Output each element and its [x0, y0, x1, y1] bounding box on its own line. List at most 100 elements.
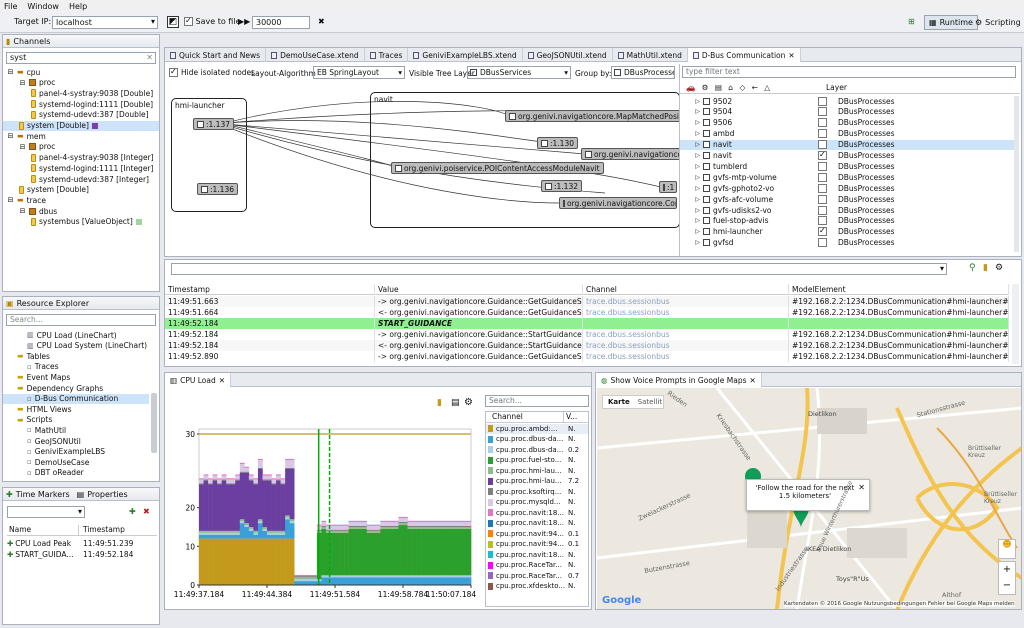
expand-icon[interactable]: ▷ — [680, 130, 700, 137]
cpu-series-search[interactable]: Search... — [485, 395, 589, 407]
channel-tree-item[interactable]: ⊟ ▬ trace — [3, 195, 159, 205]
marker-filter-combo[interactable]: ▾ — [7, 506, 85, 518]
expand-icon[interactable]: ▷ — [680, 196, 700, 203]
collapse-icon[interactable]: ⊟ — [7, 68, 14, 76]
map-attribution[interactable]: Kartendaten © 2016 Google Nutzungsbeding… — [784, 601, 1015, 607]
cpu-series-row[interactable]: cpu.proc.navit:94... 0.1 — [486, 540, 588, 550]
layer-scrollbar[interactable] — [1014, 96, 1019, 252]
resource-tree-item[interactable]: ▬ HTML Views — [3, 404, 149, 414]
cpu-series-row[interactable]: cpu.proc.navit:18... N. — [486, 519, 588, 529]
cpu-series-row[interactable]: cpu.proc.xfdeskto... N. — [486, 582, 588, 592]
connect-icon[interactable]: ◩ — [167, 16, 179, 28]
layer-row[interactable]: ▷ ambd DBusProcesses — [680, 129, 1014, 139]
trace-settings-icon[interactable]: ⚙ — [995, 263, 1003, 273]
resource-tree-item[interactable]: ▫ DBT oReader — [3, 468, 149, 478]
trace-filter-combo[interactable]: ▾ — [171, 263, 947, 275]
close-icon[interactable]: ✕ — [858, 483, 865, 492]
cpu-settings-icon[interactable]: ⚙ — [464, 397, 473, 408]
collapse-icon[interactable]: ⊟ — [7, 132, 14, 140]
layer-row[interactable]: ▷ gvfs-gphoto2-vo DBusProcesses — [680, 183, 1014, 193]
cpu-series-row[interactable]: cpu.proc.RaceTar... N. — [486, 561, 588, 571]
col-value[interactable]: Value — [375, 284, 583, 295]
tab-time-markers[interactable]: Time Markers — [16, 490, 70, 499]
graph-node[interactable]: org.genivi.navigationcore — [581, 148, 694, 160]
graph-node[interactable]: :1.137 — [193, 118, 234, 130]
resource-tree-item[interactable]: ▫ Traces — [3, 362, 149, 372]
col-value[interactable]: V... — [564, 412, 577, 422]
channel-tree-item[interactable]: ⊟ ▬ mem — [3, 131, 159, 141]
map-type-satellit[interactable]: Satellit — [635, 398, 665, 406]
resource-tree-item[interactable]: ▫ D-Bus Communication — [3, 393, 149, 404]
close-icon[interactable]: ✕ — [788, 51, 794, 60]
resource-tree-item[interactable]: ▫ GeniviExampleLBS — [3, 447, 149, 457]
buffer-size-input[interactable]: 30000 — [252, 16, 310, 29]
channel-tree-item[interactable]: systemd-udevd:387 [Integer] — [3, 174, 159, 184]
layer-toolbar-icons[interactable]: 🚗 ⚙ ▤ ⌂ ◇ ← △ — [686, 83, 772, 92]
menu-help[interactable]: Help — [69, 2, 87, 11]
channel-tree-item[interactable]: panel-4-systray:9038 [Double] — [3, 88, 159, 98]
menu-window[interactable]: Window — [27, 2, 59, 11]
save-to-file-checkbox[interactable] — [184, 16, 193, 26]
resource-tree-item[interactable]: ▬ Event Maps — [3, 372, 149, 382]
cpu-load-chart[interactable]: 0 10 20 30 11:49:37.184 11:49:44.384 11:49:51.… — [171, 409, 479, 605]
layer-row[interactable]: ▷ hmi-launcher DBusProcesses — [680, 226, 1014, 237]
menu-file[interactable]: File — [4, 2, 17, 11]
layer-row-checkbox[interactable] — [818, 107, 827, 117]
trace-scrollbar[interactable] — [1012, 284, 1019, 364]
layer-row-checkbox[interactable] — [818, 194, 827, 204]
target-ip-combo[interactable]: localhost ▾ — [52, 16, 158, 29]
col-channel[interactable]: Channel — [486, 412, 564, 422]
cpu-series-row[interactable]: cpu.proc.dbus-da... 0.2 — [486, 445, 588, 455]
channel-tree-item[interactable]: system [Double] — [3, 120, 159, 131]
cpu-series-row[interactable]: cpu.proc.mysqld... N. — [486, 498, 588, 508]
channel-tree-item[interactable]: ⊟ proc — [3, 78, 159, 88]
resource-tree-item[interactable]: ▬ Dependency Graphs — [3, 383, 149, 393]
resource-tree-item[interactable]: ▥ CPU Load (LineChart) — [3, 330, 149, 340]
col-timestamp[interactable]: Timestamp — [79, 525, 125, 535]
channel-tree-item[interactable]: systemd-logind:1111 [Integer] — [3, 163, 159, 173]
channel-tree-item[interactable]: systemd-logind:1111 [Double] — [3, 99, 159, 109]
channel-tree-item[interactable]: panel-4-systray:9038 [Integer] — [3, 153, 159, 163]
col-layer[interactable]: Layer — [826, 83, 847, 92]
trace-row[interactable]: 11:49:52.890 -> org.genivi.navigationcore… — [165, 351, 1009, 362]
resource-tree-item[interactable]: ▫ GeoJSONUtil — [3, 436, 149, 446]
cpu-series-row[interactable]: cpu.proc.dbus-da... N. — [486, 435, 588, 445]
layer-row[interactable]: ▷ gvfs-afc-volume DBusProcesses — [680, 194, 1014, 204]
layer-row[interactable]: ▷ 9502 DBusProcesses — [680, 96, 1014, 106]
layer-row-checkbox[interactable] — [818, 96, 827, 106]
graph-node[interactable]: org.genivi.navigationcore.MapMatchedPosi… — [505, 110, 698, 122]
channel-tree-item[interactable]: ⊟ dbus — [3, 206, 159, 216]
resource-tree-item[interactable]: ▫ DemoUseCase — [3, 457, 149, 467]
layer-row-checkbox[interactable] — [818, 183, 827, 193]
expand-icon[interactable]: ▷ — [680, 108, 700, 115]
collapse-icon[interactable]: ⊟ — [19, 143, 26, 151]
col-name[interactable]: Name — [7, 525, 79, 535]
collapse-icon[interactable]: ⊟ — [7, 196, 14, 204]
expand-icon[interactable]: ▷ — [680, 163, 700, 170]
col-model-element[interactable]: ModelElement — [789, 284, 1009, 295]
layer-filter-input[interactable]: type filter text — [682, 66, 1016, 78]
trace-columns-icon[interactable]: ▮ — [983, 263, 988, 273]
layer-row-checkbox[interactable] — [818, 216, 827, 226]
resource-tree-item[interactable]: ▬ Scripts — [3, 415, 149, 425]
channel-tree-item[interactable]: systemd-udevd:387 [Double] — [3, 110, 159, 120]
trace-filter-icon[interactable]: ⚲ — [969, 263, 976, 273]
collapse-icon[interactable]: ⊟ — [19, 207, 26, 215]
channel-tree-item[interactable]: systembus [ValueObject] — [3, 217, 159, 227]
layer-row[interactable]: ▷ 9504 DBusProcesses — [680, 107, 1014, 117]
trace-row[interactable]: 11:49:52.184 <- org.genivi.navigationcore… — [165, 340, 1009, 351]
expand-icon[interactable]: ▷ — [680, 174, 700, 181]
cpu-series-row[interactable]: cpu.proc.ambd:... N. — [486, 424, 588, 434]
expand-icon[interactable]: ▷ — [680, 217, 700, 224]
resource-scrollbar[interactable] — [151, 393, 157, 453]
graph-node[interactable]: :1.136 — [197, 183, 238, 195]
layer-row[interactable]: ▷ gvfs-mtp-volume DBusProcesses — [680, 172, 1014, 182]
channel-tree-item[interactable]: ⊟ proc — [3, 142, 159, 152]
expand-icon[interactable]: ▷ — [680, 207, 700, 214]
expand-icon[interactable]: ▷ — [680, 239, 700, 246]
trace-row[interactable]: 11:49:51.664 <- org.genivi.navigationcore… — [165, 307, 1009, 318]
marker-row[interactable]: ✚ START_GUIDA... 11:49:52.184 — [7, 549, 157, 560]
clear-filter-icon[interactable]: ✕ — [146, 53, 153, 63]
cpu-series-row[interactable]: cpu.proc.navit:94... 0.1 — [486, 529, 588, 539]
channels-filter-input[interactable]: syst ✕ — [6, 52, 156, 64]
